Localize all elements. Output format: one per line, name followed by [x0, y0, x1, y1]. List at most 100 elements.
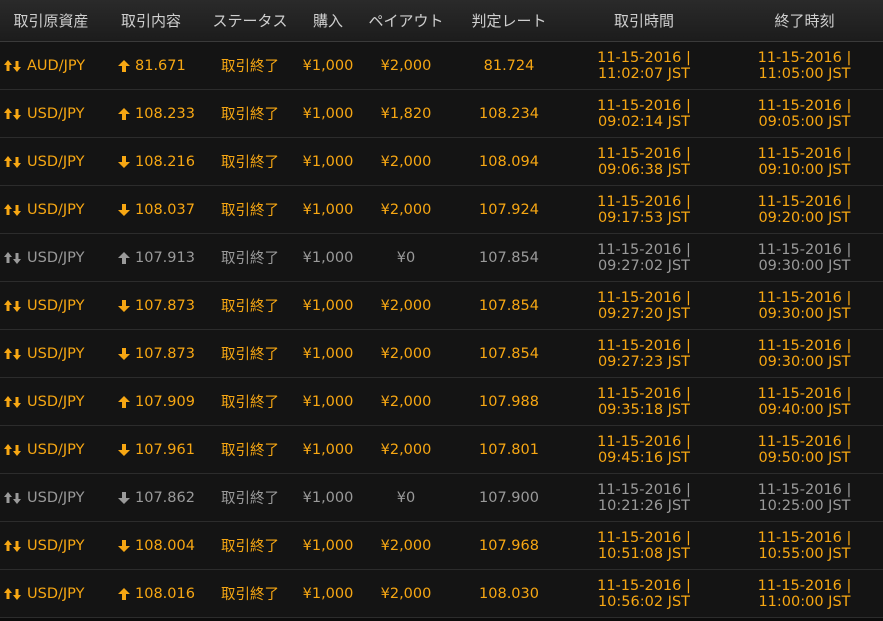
trade-time-cell: 11-15-2016 | 09:27:23 JST — [562, 330, 726, 377]
trade-date: 11-15-2016 | — [597, 49, 691, 66]
table-row[interactable]: USD/JPY 108.004 取引終了 ¥1,000 ¥2,000 107.968 11-… — [0, 522, 883, 570]
header-asset[interactable]: 取引原資産 — [0, 0, 102, 41]
asset-label: USD/JPY — [27, 201, 85, 218]
end-date: 11-15-2016 | — [757, 481, 852, 498]
header-payout[interactable]: ペイアウト — [356, 0, 456, 41]
entry-rate: 81.671 — [135, 57, 186, 74]
table-row[interactable]: USD/JPY 107.873 取引終了 ¥1,000 ¥2,000 107.854 11-… — [0, 282, 883, 330]
trade-date: 11-15-2016 | — [597, 289, 691, 306]
asset-label: USD/JPY — [27, 105, 85, 122]
asset-cell: USD/JPY — [0, 90, 102, 137]
end-time-cell: 11-15-2016 | 10:55:00 JST — [726, 522, 883, 569]
payout-cell: ¥2,000 — [380, 441, 432, 458]
table-row[interactable]: USD/JPY 108.037 取引終了 ¥1,000 ¥2,000 107.924 11-… — [0, 186, 883, 234]
end-time-cell: 11-15-2016 | 09:10:00 JST — [726, 138, 883, 185]
table-row[interactable]: AUD/JPY 81.671 取引終了 ¥1,000 ¥2,000 81.724 11-15… — [0, 42, 883, 90]
trade-time-cell: 11-15-2016 | 09:45:16 JST — [562, 426, 726, 473]
asset-cell: USD/JPY — [0, 474, 102, 521]
asset-label: USD/JPY — [27, 441, 85, 458]
content-cell: 107.961 — [102, 426, 200, 473]
asset-cell: USD/JPY — [0, 138, 102, 185]
exchange-arrows-icon — [4, 155, 22, 169]
arrow-up-icon — [118, 59, 130, 72]
exchange-arrows-icon — [4, 395, 22, 409]
status-cell: 取引終了 — [221, 347, 279, 363]
exchange-arrows-icon — [4, 203, 22, 217]
status-cell: 取引終了 — [221, 155, 279, 171]
purchase-cell: ¥1,000 — [302, 201, 354, 218]
purchase-cell: ¥1,000 — [302, 537, 354, 554]
trade-time-cell: 11-15-2016 | 10:21:26 JST — [562, 474, 726, 521]
trade-date: 11-15-2016 | — [597, 145, 691, 162]
purchase-cell: ¥1,000 — [302, 153, 354, 170]
arrow-down-icon — [118, 155, 130, 168]
exchange-arrows-icon — [4, 491, 22, 505]
table-row[interactable]: USD/JPY 108.233 取引終了 ¥1,000 ¥1,820 108.234 11-… — [0, 90, 883, 138]
content-cell: 107.909 — [102, 378, 200, 425]
payout-cell: ¥0 — [396, 489, 416, 506]
arrow-up-icon — [118, 395, 130, 408]
payout-cell: ¥2,000 — [380, 585, 432, 602]
end-date: 11-15-2016 | — [757, 577, 852, 594]
end-time-cell: 11-15-2016 | 09:30:00 JST — [726, 282, 883, 329]
table-row[interactable]: USD/JPY 108.016 取引終了 ¥1,000 ¥2,000 108.030 11-… — [0, 570, 883, 618]
end-date: 11-15-2016 | — [757, 337, 852, 354]
exchange-arrows-icon — [4, 587, 22, 601]
status-cell: 取引終了 — [221, 491, 279, 507]
status-cell: 取引終了 — [221, 203, 279, 219]
end-time-cell: 11-15-2016 | 09:30:00 JST — [726, 330, 883, 377]
table-row[interactable]: USD/JPY 107.913 取引終了 ¥1,000 ¥0 107.854 11-15-2… — [0, 234, 883, 282]
header-content[interactable]: 取引内容 — [102, 0, 200, 41]
status-cell: 取引終了 — [221, 59, 279, 75]
entry-rate: 107.862 — [135, 489, 195, 506]
asset-cell: AUD/JPY — [0, 42, 102, 89]
header-status[interactable]: ステータス — [200, 0, 300, 41]
exchange-arrows-icon — [4, 251, 22, 265]
asset-cell: USD/JPY — [0, 426, 102, 473]
end-time-cell: 11-15-2016 | 09:50:00 JST — [726, 426, 883, 473]
judge-rate-cell: 107.801 — [479, 441, 539, 458]
end-clock: 11:00:00 JST — [758, 593, 851, 610]
judge-rate-cell: 107.854 — [479, 345, 539, 362]
trade-time-cell: 11-15-2016 | 10:51:08 JST — [562, 522, 726, 569]
end-clock: 09:40:00 JST — [758, 401, 851, 418]
table-header: 取引原資産 取引内容 ステータス 購入 ペイアウト 判定レート 取引時間 終了時… — [0, 0, 883, 42]
exchange-arrows-icon — [4, 347, 22, 361]
table-row[interactable]: USD/JPY 107.961 取引終了 ¥1,000 ¥2,000 107.801 11-… — [0, 426, 883, 474]
header-purchase[interactable]: 購入 — [300, 0, 356, 41]
end-time-cell: 11-15-2016 | 09:40:00 JST — [726, 378, 883, 425]
arrow-down-icon — [118, 299, 130, 312]
asset-cell: USD/JPY — [0, 186, 102, 233]
header-judge-rate[interactable]: 判定レート — [456, 0, 562, 41]
payout-cell: ¥0 — [396, 249, 416, 266]
purchase-cell: ¥1,000 — [302, 585, 354, 602]
asset-cell: USD/JPY — [0, 234, 102, 281]
arrow-down-icon — [118, 491, 130, 504]
content-cell: 108.016 — [102, 570, 200, 617]
end-time-cell: 11-15-2016 | 09:20:00 JST — [726, 186, 883, 233]
content-cell: 81.671 — [102, 42, 200, 89]
asset-cell: USD/JPY — [0, 378, 102, 425]
header-end-time[interactable]: 終了時刻 — [726, 0, 883, 41]
purchase-cell: ¥1,000 — [302, 345, 354, 362]
payout-cell: ¥2,000 — [380, 393, 432, 410]
table-row[interactable]: USD/JPY 108.216 取引終了 ¥1,000 ¥2,000 108.094 11-… — [0, 138, 883, 186]
table-row[interactable]: USD/JPY 107.909 取引終了 ¥1,000 ¥2,000 107.988 11-… — [0, 378, 883, 426]
table-row[interactable]: USD/JPY 107.862 取引終了 ¥1,000 ¥0 107.900 11-15-2… — [0, 474, 883, 522]
table-row[interactable]: USD/JPY 107.873 取引終了 ¥1,000 ¥2,000 107.854 11-… — [0, 330, 883, 378]
purchase-cell: ¥1,000 — [302, 297, 354, 314]
entry-rate: 107.873 — [135, 297, 195, 314]
arrow-down-icon — [118, 203, 130, 216]
content-cell: 107.873 — [102, 282, 200, 329]
trade-date: 11-15-2016 | — [597, 337, 691, 354]
trade-clock: 11:02:07 JST — [597, 65, 691, 82]
end-time-cell: 11-15-2016 | 10:25:00 JST — [726, 474, 883, 521]
asset-label: USD/JPY — [27, 297, 85, 314]
trade-clock: 10:56:02 JST — [597, 593, 691, 610]
content-cell: 108.216 — [102, 138, 200, 185]
asset-cell: USD/JPY — [0, 570, 102, 617]
entry-rate: 108.216 — [135, 153, 195, 170]
arrow-down-icon — [118, 347, 130, 360]
judge-rate-cell: 108.094 — [479, 153, 539, 170]
header-trade-time[interactable]: 取引時間 — [562, 0, 726, 41]
